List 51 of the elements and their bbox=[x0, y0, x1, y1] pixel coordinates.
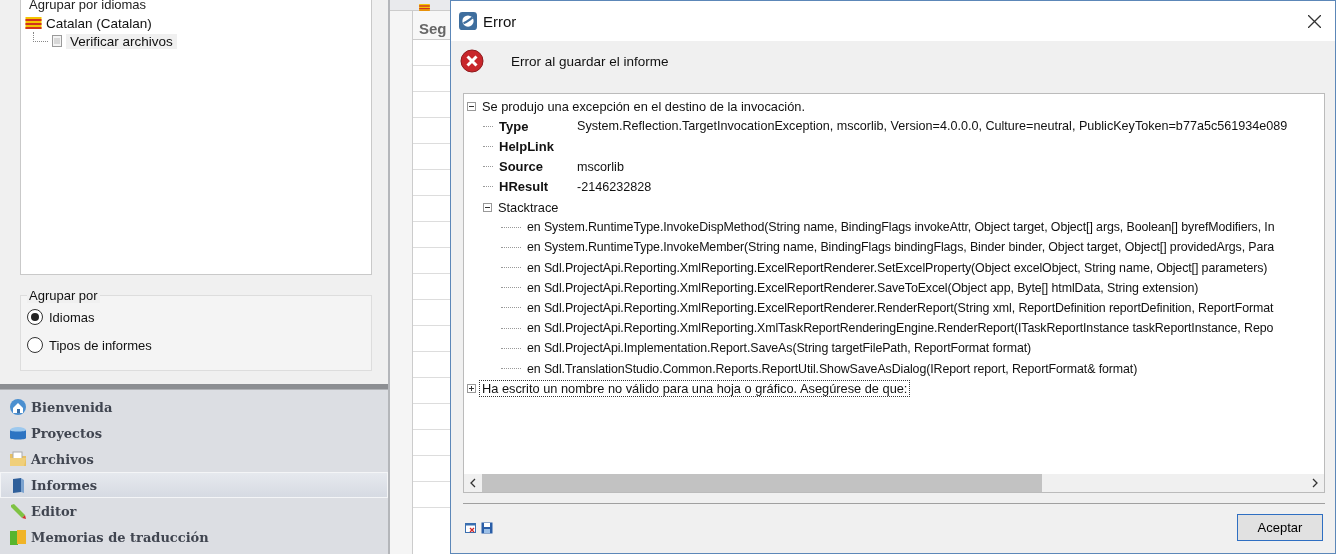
radio-option[interactable]: Tipos de informes bbox=[27, 334, 365, 356]
property-name: Source bbox=[499, 159, 545, 175]
property-value: -2146232828 bbox=[577, 179, 652, 194]
box-icon bbox=[9, 424, 27, 442]
property-name: HelpLink bbox=[499, 138, 555, 154]
nav-item[interactable]: Editor bbox=[0, 498, 388, 524]
tree-item[interactable]: Stacktrace bbox=[495, 198, 562, 216]
window-title: Error bbox=[483, 12, 517, 30]
nav-item[interactable]: Proyectos bbox=[0, 420, 388, 446]
stack-frame: en Sdl.ProjectApi.Implementation.Report.SaveAs(String targetFilePath, ReportFormat format) bbox=[527, 341, 1032, 356]
database-icon bbox=[9, 528, 27, 546]
nav-item[interactable]: Bienvenida bbox=[0, 394, 388, 420]
group-title: Agrupar por bbox=[27, 288, 100, 303]
stack-frame: en Sdl.ProjectApi.Reporting.XmlReporting.XmlTaskReportRenderingEngine.RenderReport(ITaskReportInstance taskReportInstance, Repo bbox=[527, 321, 1274, 336]
splitter-handle[interactable] bbox=[0, 384, 388, 390]
nav-item[interactable]: Memorias de traducción bbox=[0, 524, 388, 550]
property-value: System.Reflection.TargetInvocationException, mscorlib, Version=4.0.0.0, Culture=neutral, PublicKeyToken=b77a5c561934e089 bbox=[577, 119, 1288, 134]
stack-frame: en System.RuntimeType.InvokeDispMethod(String name, BindingFlags invokeAttr, Object target, Object[] args, Boolean[] byrefModifiers, In bbox=[527, 220, 1275, 235]
nav-item[interactable]: Archivos bbox=[0, 446, 388, 472]
property-name: Type bbox=[499, 118, 530, 134]
stack-frame: en Sdl.ProjectApi.Reporting.XmlReporting.ExcelReportRenderer.RenderReport(String xml, ReportDefinition reportDefinition, ReportFormat bbox=[527, 300, 1274, 315]
horizontal-scrollbar[interactable] bbox=[464, 474, 1324, 492]
expander-icon[interactable] bbox=[467, 101, 476, 111]
stack-frame: en System.RuntimeType.InvokeMember(String name, BindingFlags bindingFlags, Binder binder, Object target, Object[] providedArgs, Para bbox=[527, 240, 1275, 255]
window-icon[interactable] bbox=[465, 521, 477, 534]
column-header: Seg bbox=[413, 11, 450, 40]
nav-item[interactable]: Informes bbox=[0, 472, 388, 498]
tree-item[interactable]: Se produjo una excepción en el destino de la invocación. bbox=[479, 97, 808, 115]
save-icon[interactable] bbox=[481, 521, 493, 534]
property-name: HResult bbox=[499, 179, 550, 195]
property-value: mscorlib bbox=[577, 159, 624, 174]
ok-button[interactable]: Aceptar bbox=[1237, 514, 1323, 541]
stack-frame: en Sdl.TranslationStudio.Common.Reports.ReportUtil.ShowSaveAsDialog(IReport report, ReportFormat& format) bbox=[527, 361, 1138, 376]
error-message: Error al guardar el informe bbox=[511, 53, 669, 69]
folder-icon bbox=[9, 450, 27, 468]
tree-item[interactable]: Verificar archivos bbox=[66, 33, 177, 49]
document-icon bbox=[52, 35, 62, 47]
app-icon bbox=[459, 12, 477, 30]
expander-icon[interactable] bbox=[483, 202, 492, 212]
expander-icon[interactable] bbox=[467, 384, 476, 394]
radio-option[interactable]: Idiomas bbox=[27, 306, 365, 328]
error-icon bbox=[460, 49, 484, 73]
scrollbar-thumb[interactable] bbox=[482, 474, 1043, 492]
stack-frame: en Sdl.ProjectApi.Reporting.XmlReporting.ExcelReportRenderer.SaveToExcel(Object app, Byte[] htmlData, String extension) bbox=[527, 280, 1199, 295]
flag-icon bbox=[25, 17, 42, 29]
tree-item[interactable]: Catalan (Catalan) bbox=[46, 15, 152, 31]
house-icon bbox=[9, 398, 27, 416]
tree-item[interactable]: Ha escrito un nombre no válido para una hoja o gráfico. Asegúrese de que: bbox=[479, 380, 911, 398]
stack-frame: en Sdl.ProjectApi.Reporting.XmlReporting.ExcelReportRenderer.SetExcelProperty(Object excelObject, String name, Object[] parameters) bbox=[527, 260, 1268, 275]
close-icon[interactable] bbox=[1308, 14, 1321, 28]
pencil-icon bbox=[9, 502, 27, 520]
